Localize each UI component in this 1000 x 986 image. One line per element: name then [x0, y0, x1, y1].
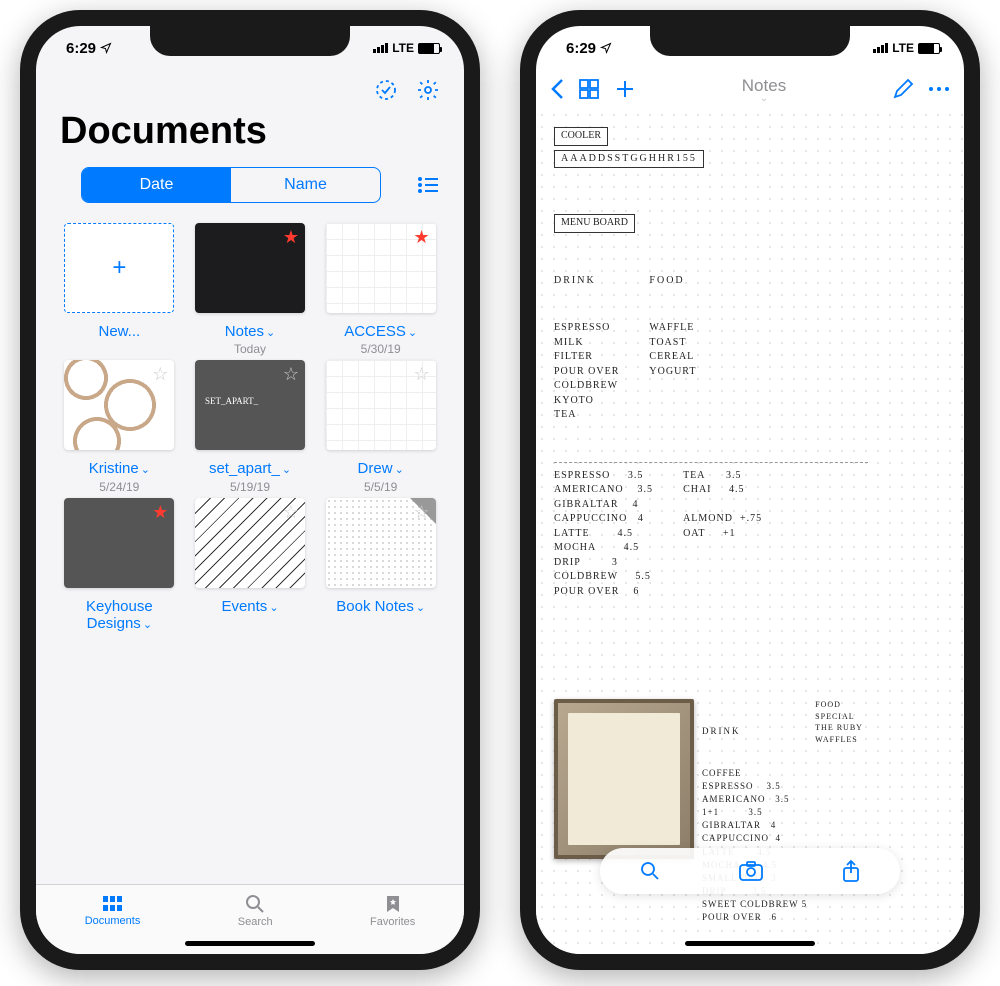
chevron-down-icon: ⌄: [636, 96, 892, 101]
carrier-label: LTE: [892, 41, 914, 55]
doc-thumb[interactable]: ☆: [195, 498, 305, 588]
settings-icon[interactable]: [416, 78, 440, 102]
cell-date: 5/5/19: [364, 480, 397, 494]
signal-icon: [873, 43, 888, 53]
status-time: 6:29: [566, 40, 596, 57]
grid-cell-new[interactable]: + New...: [54, 223, 185, 356]
screen-documents: 6:29 LTE Documents Date Name: [36, 26, 464, 954]
notch: [150, 26, 350, 56]
tab-label: Search: [238, 916, 273, 928]
cell-date: 5/19/19: [230, 480, 270, 494]
notch: [650, 26, 850, 56]
status-time: 6:29: [66, 40, 96, 57]
cell-name[interactable]: New...: [98, 323, 140, 340]
cell-date: 5/30/19: [361, 342, 401, 356]
cell-name[interactable]: Book Notes⌄: [336, 598, 425, 615]
sort-name[interactable]: Name: [231, 168, 380, 202]
doc-thumb[interactable]: ★: [326, 223, 436, 313]
tab-search[interactable]: Search: [238, 894, 273, 928]
cell-name[interactable]: Kristine⌄: [89, 460, 150, 477]
grid-cell-events[interactable]: ☆ Events⌄: [185, 498, 316, 633]
sort-date[interactable]: Date: [82, 168, 231, 202]
cell-name[interactable]: set_apart_⌄: [209, 460, 291, 477]
doc-thumb[interactable]: ☆: [64, 360, 174, 450]
grid-cell-kristine[interactable]: ☆ Kristine⌄ 5/24/19: [54, 360, 185, 493]
star-icon: ☆: [152, 364, 168, 385]
grid-view-icon[interactable]: [578, 78, 600, 100]
cell-name[interactable]: Notes⌄: [225, 323, 275, 340]
tab-label: Favorites: [370, 916, 415, 928]
screen-note: 6:29 LTE Notes ⌄: [536, 26, 964, 954]
battery-icon: [418, 43, 440, 54]
home-indicator[interactable]: [685, 941, 815, 946]
signal-icon: [373, 43, 388, 53]
select-icon[interactable]: [374, 78, 398, 102]
embedded-photo[interactable]: [554, 699, 694, 859]
grid-cell-drew[interactable]: ☆ Drew⌄ 5/5/19: [315, 360, 446, 493]
bookmark-icon: [385, 894, 401, 914]
list-view-icon[interactable]: [416, 175, 440, 195]
back-button[interactable]: [550, 78, 564, 100]
note-heading: MENU BOARD: [554, 214, 635, 233]
add-button[interactable]: [614, 78, 636, 100]
cell-name[interactable]: ACCESS⌄: [344, 323, 417, 340]
note-code: AAADDSSTGGHHR155: [554, 150, 704, 169]
doc-thumb[interactable]: ★: [64, 498, 174, 588]
more-icon[interactable]: [928, 86, 950, 92]
share-icon[interactable]: [841, 859, 861, 883]
star-icon: ☆: [414, 502, 430, 523]
cell-name[interactable]: Drew⌄: [358, 460, 404, 477]
star-icon: ☆: [414, 364, 430, 385]
carrier-label: LTE: [392, 41, 414, 55]
tab-label: Documents: [85, 915, 141, 927]
note-column: DRINK ESPRESSO MILK FILTER POUR OVER COL…: [554, 245, 619, 452]
grid-icon: [102, 895, 124, 913]
location-icon: [100, 42, 112, 54]
note-title[interactable]: Notes ⌄: [636, 76, 892, 101]
edit-icon[interactable]: [892, 78, 914, 100]
home-indicator[interactable]: [185, 941, 315, 946]
tab-documents[interactable]: Documents: [85, 895, 141, 927]
grid-cell-keyhouse[interactable]: ★ Keyhouse Designs⌄: [54, 498, 185, 633]
phone-right: 6:29 LTE Notes ⌄: [520, 10, 980, 970]
grid-cell-notes[interactable]: ★ Notes⌄ Today: [185, 223, 316, 356]
search-icon[interactable]: [639, 860, 661, 882]
doc-thumb[interactable]: ☆: [326, 360, 436, 450]
location-icon: [600, 42, 612, 54]
phone-left: 6:29 LTE Documents Date Name: [20, 10, 480, 970]
star-icon: ☆: [283, 364, 299, 385]
tab-favorites[interactable]: Favorites: [370, 894, 415, 928]
note-prices-right: TEA 3.5 CHAI 4.5 ALMOND +.75 OAT +1: [683, 469, 762, 600]
doc-thumb[interactable]: ★: [195, 223, 305, 313]
grid-cell-setapart[interactable]: ☆SET_APART_ set_apart_⌄ 5/19/19: [185, 360, 316, 493]
star-icon: ★: [152, 502, 168, 523]
star-icon: ★: [414, 227, 430, 248]
document-grid: + New... ★ Notes⌄ Today ★ ACCESS⌄ 5/30/1…: [36, 217, 464, 884]
cell-date: 5/24/19: [99, 480, 139, 494]
note-column: FOOD WAFFLE TOAST CEREAL YOGURT: [649, 245, 696, 452]
doc-thumb[interactable]: ☆SET_APART_: [195, 360, 305, 450]
page-title: Documents: [36, 104, 464, 167]
note-second-page: DRINK COFFEE ESPRESSO 3.5 AMERICANO 3.5 …: [554, 699, 946, 950]
camera-icon[interactable]: [738, 860, 764, 882]
grid-cell-access[interactable]: ★ ACCESS⌄ 5/30/19: [315, 223, 446, 356]
cell-name[interactable]: Events⌄: [221, 598, 278, 615]
star-icon: ☆: [283, 502, 299, 523]
sort-controls: Date Name: [36, 167, 464, 217]
sort-segmented[interactable]: Date Name: [81, 167, 381, 203]
note-heading: COOLER: [554, 127, 608, 146]
grid-cell-booknotes[interactable]: ☆ Book Notes⌄: [315, 498, 446, 633]
battery-icon: [918, 43, 940, 54]
cell-date: Today: [234, 342, 266, 356]
note-canvas[interactable]: COOLER AAADDSSTGGHHR155 MENU BOARD DRINK…: [536, 109, 964, 954]
note-toolbar: [600, 848, 900, 894]
search-icon: [245, 894, 265, 914]
note-prices-left: ESPRESSO 3.5 AMERICANO 3.5 GIBRALTAR 4 C…: [554, 469, 653, 600]
star-icon: ★: [283, 227, 299, 248]
note-navbar: Notes ⌄: [536, 70, 964, 109]
doc-thumb[interactable]: ☆: [326, 498, 436, 588]
cell-name[interactable]: Keyhouse Designs⌄: [59, 598, 179, 633]
new-doc-thumb[interactable]: +: [64, 223, 174, 313]
top-action-bar: [36, 70, 464, 104]
